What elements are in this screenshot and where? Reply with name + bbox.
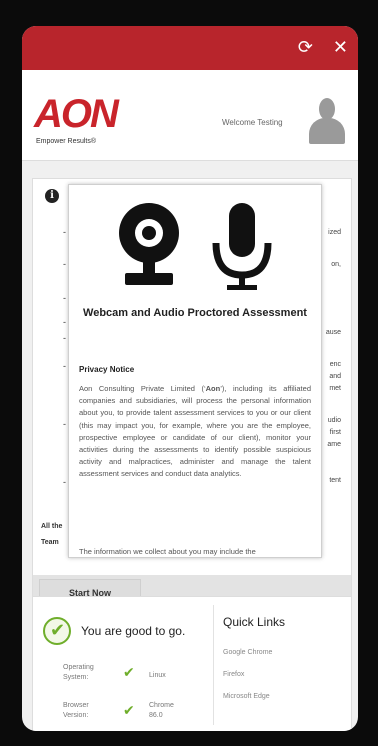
logo-tagline: Empower Results® bbox=[36, 138, 97, 145]
welcome-text: Welcome Testing bbox=[222, 118, 283, 127]
close-icon[interactable]: ✕ bbox=[333, 39, 348, 57]
text-fragment: met bbox=[329, 385, 341, 392]
browser-label: Browser Version: bbox=[63, 702, 89, 719]
webcam-icon bbox=[119, 203, 179, 285]
os-value: Linux bbox=[149, 672, 166, 679]
text-fragment: ame bbox=[327, 441, 341, 448]
proctoring-modal: Webcam and Audio Proctored Assessment Pr… bbox=[68, 184, 322, 558]
link-google-chrome[interactable]: Google Chrome bbox=[223, 649, 272, 656]
bullet-marker: - bbox=[63, 419, 66, 429]
good-to-go: ✔ You are good to go. bbox=[43, 617, 185, 645]
privacy-text: Aon Consulting Private Limited (‘Aon’), … bbox=[79, 383, 311, 481]
text-fragment: udio bbox=[327, 417, 341, 424]
browser-check-icon: ✔ bbox=[123, 703, 135, 719]
modal-title: Webcam and Audio Proctored Assessment bbox=[83, 307, 307, 319]
check-circle-icon: ✔ bbox=[43, 617, 71, 645]
avatar[interactable] bbox=[307, 98, 347, 148]
text-fragment: ause bbox=[325, 329, 341, 336]
bullet-marker: - bbox=[63, 361, 66, 371]
modal-icons bbox=[69, 195, 321, 305]
text-fragment: on, bbox=[331, 261, 341, 268]
app-window: ⟳ ✕ AON Empower Results® Welcome Testing… bbox=[22, 26, 358, 731]
privacy-heading: Privacy Notice bbox=[79, 365, 135, 374]
microphone-icon bbox=[212, 203, 272, 290]
text-fragment: ized bbox=[328, 229, 341, 236]
bullet-marker: - bbox=[63, 333, 66, 343]
os-label: Operating System: bbox=[63, 664, 94, 681]
bullet-marker: - bbox=[63, 477, 66, 487]
text-fragment: and bbox=[329, 373, 341, 380]
link-firefox[interactable]: Firefox bbox=[223, 671, 244, 678]
text-fragment: All the bbox=[41, 523, 63, 530]
text-fragment: tent bbox=[329, 477, 341, 484]
link-microsoft-edge[interactable]: Microsoft Edge bbox=[223, 693, 270, 700]
divider bbox=[213, 605, 214, 725]
text-fragment: enc bbox=[329, 361, 341, 368]
privacy-intro: Aon Consulting Private Limited (‘ bbox=[79, 384, 206, 393]
privacy-rest: ’), including its affiliated companies a… bbox=[79, 384, 311, 479]
avatar-body-shape bbox=[309, 118, 345, 144]
good-to-go-text: You are good to go. bbox=[81, 624, 186, 638]
text-fragment: first bbox=[329, 429, 341, 436]
aon-logo: AON bbox=[34, 92, 119, 136]
system-check-card: ✔ You are good to go. Operating System: … bbox=[32, 596, 352, 731]
bullet-marker: - bbox=[63, 227, 66, 237]
quick-links-title: Quick Links bbox=[223, 615, 286, 629]
bullet-marker: - bbox=[63, 259, 66, 269]
info-icon: i bbox=[45, 189, 59, 203]
bullet-marker: - bbox=[63, 317, 66, 327]
checkmark-icon: ✔ bbox=[50, 620, 66, 641]
top-bar: ⟳ ✕ bbox=[22, 26, 358, 70]
privacy-company-short: Aon bbox=[205, 384, 221, 393]
browser-value: Chrome 86.0 bbox=[149, 702, 174, 719]
os-check-icon: ✔ bbox=[123, 665, 135, 681]
privacy-text-more: The information we collect about you may… bbox=[79, 547, 256, 556]
bullet-marker: - bbox=[63, 293, 66, 303]
text-fragment: Team bbox=[41, 539, 59, 546]
header: AON Empower Results® Welcome Testing bbox=[22, 70, 358, 161]
refresh-icon[interactable]: ⟳ bbox=[298, 39, 313, 57]
avatar-head-shape bbox=[319, 98, 335, 120]
